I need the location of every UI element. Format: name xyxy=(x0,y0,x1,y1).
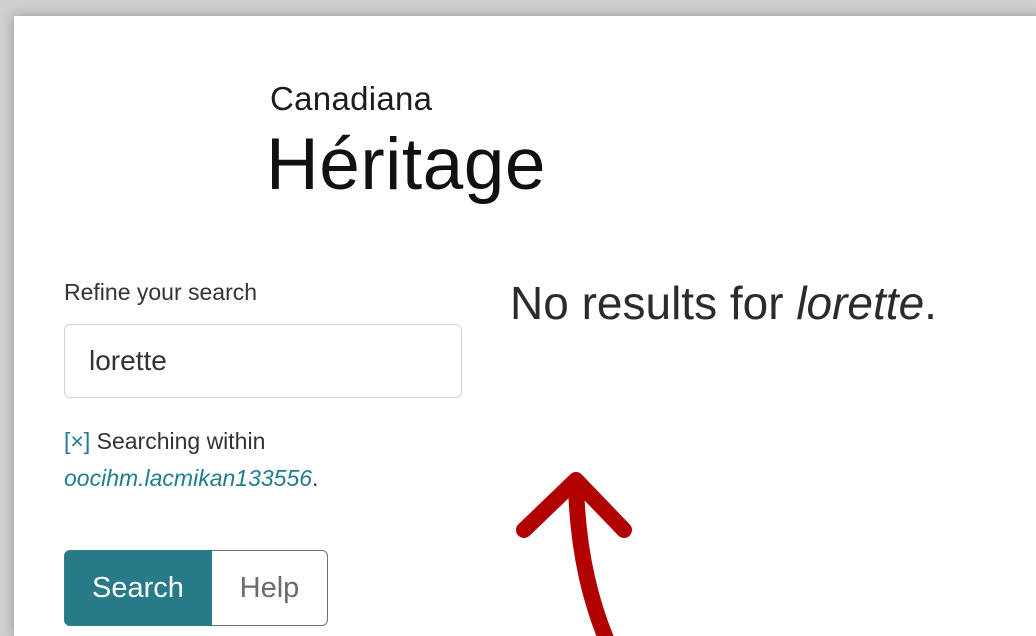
no-results-prefix: No results for xyxy=(510,277,797,329)
refine-search-label: Refine your search xyxy=(64,279,258,305)
page: Canadiana Héritage Refine your search [×… xyxy=(14,16,1036,636)
no-results-message: No results for lorette. xyxy=(510,278,937,329)
search-button-group: Search Help xyxy=(64,550,328,626)
help-button[interactable]: Help xyxy=(212,550,328,626)
brand-subtitle: Canadiana xyxy=(270,80,433,117)
search-input[interactable] xyxy=(64,324,462,398)
collection-link[interactable]: oocihm.lacmikan133556 xyxy=(64,465,312,491)
within-suffix: . xyxy=(312,465,319,491)
remove-filter-link[interactable]: [×] xyxy=(64,428,90,454)
search-within-target: oocihm.lacmikan133556. xyxy=(64,465,318,492)
search-within-text: [×] Searching within xyxy=(64,428,265,455)
no-results-suffix: . xyxy=(924,277,937,329)
search-button[interactable]: Search xyxy=(64,550,212,626)
brand-title: Héritage xyxy=(266,124,546,205)
searching-within-label: Searching within xyxy=(96,428,266,454)
no-results-query: lorette xyxy=(796,277,925,329)
canadiana-logo-icon xyxy=(61,46,219,234)
red-arrow-up-icon xyxy=(516,472,632,636)
